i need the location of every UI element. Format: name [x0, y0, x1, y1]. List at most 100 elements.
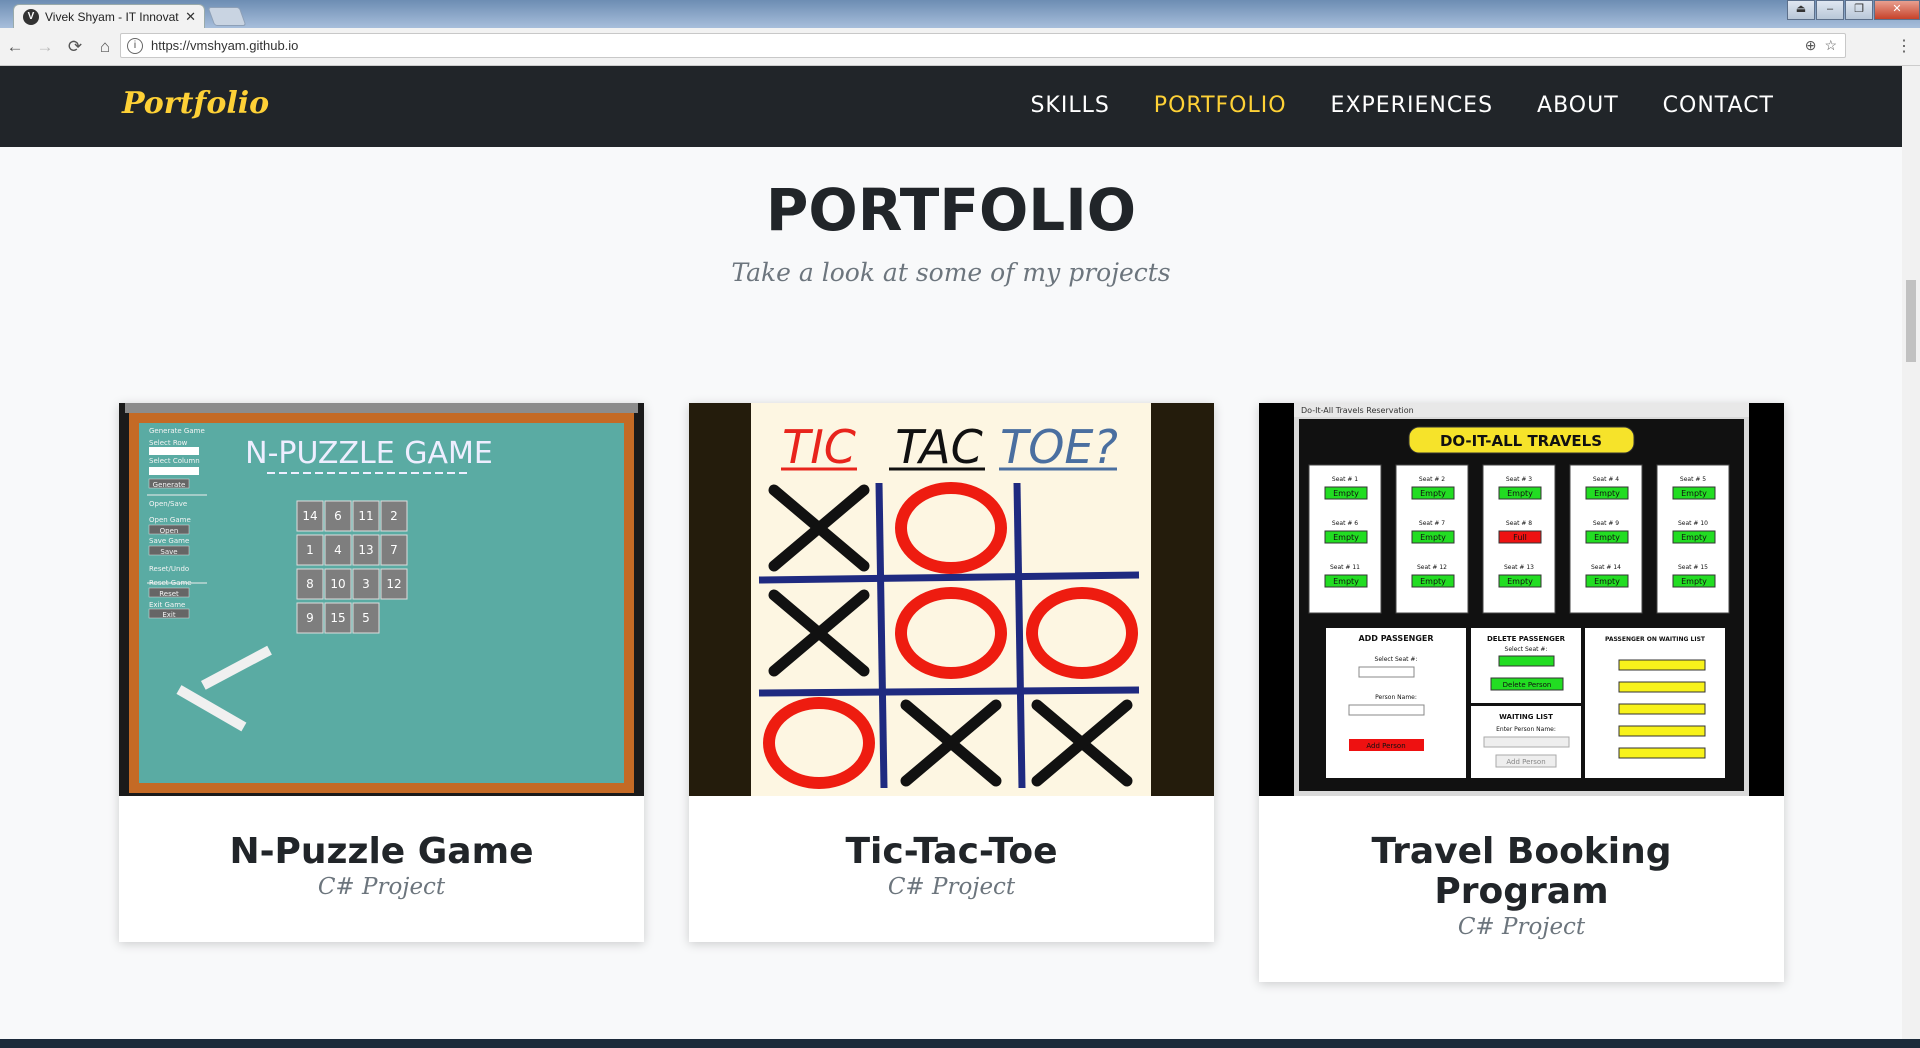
- puzzle-tile-number: 2: [390, 509, 398, 523]
- project-thumbnail-npuzzle[interactable]: N-PUZZLE GAME Generate Game Select Row Sel…: [119, 403, 644, 796]
- project-caption: N-Puzzle Game C# Project: [119, 796, 644, 942]
- nav-link-about[interactable]: ABOUT: [1537, 93, 1619, 118]
- bookmark-star-icon[interactable]: ☆: [1824, 37, 1837, 54]
- travel-add-heading: ADD PASSENGER: [1358, 634, 1433, 643]
- nav-link-experiences[interactable]: EXPERIENCES: [1331, 93, 1494, 118]
- address-bar[interactable]: i https://vmshyam.github.io ⊕ ☆: [120, 33, 1846, 58]
- seat-status-label: Empty: [1594, 533, 1620, 542]
- project-caption: Travel Booking Program C# Project: [1259, 796, 1784, 982]
- seat-label: Seat # 13: [1504, 564, 1534, 571]
- seat-status-label: Empty: [1681, 577, 1707, 586]
- project-subtitle: C# Project: [317, 874, 446, 900]
- reload-icon[interactable]: ⟳: [60, 37, 90, 57]
- npuzzle-menu-label: Save: [160, 548, 177, 556]
- seat-label: Seat # 12: [1417, 564, 1447, 571]
- tab-close-icon[interactable]: ✕: [185, 9, 196, 25]
- seat-status-label: Empty: [1594, 577, 1620, 586]
- home-icon[interactable]: ⌂: [90, 37, 120, 57]
- npuzzle-menu-label: Generate Game: [149, 427, 205, 435]
- minimize-button[interactable]: –: [1816, 0, 1844, 20]
- travel-person-name: Person Name:: [1375, 694, 1417, 701]
- project-subtitle: C# Project: [887, 874, 1016, 900]
- site-favicon-icon: V: [23, 8, 39, 25]
- new-tab-button[interactable]: [207, 7, 247, 26]
- npuzzle-menu-label: Generate: [153, 481, 186, 489]
- npuzzle-menu-label: Exit: [162, 611, 176, 619]
- npuzzle-menu-label: Save Game: [149, 537, 189, 545]
- back-icon[interactable]: ←: [0, 37, 30, 57]
- project-caption: Tic-Tac-Toe C# Project: [689, 796, 1214, 942]
- maximize-button[interactable]: ❐: [1845, 0, 1873, 20]
- nav-link-contact[interactable]: CONTACT: [1663, 93, 1774, 118]
- travel-waitlist-heading: PASSENGER ON WAITING LIST: [1605, 636, 1706, 643]
- npuzzle-menu-label: Open: [160, 527, 179, 535]
- seat-status-label: Empty: [1681, 489, 1707, 498]
- puzzle-tile-number: 7: [390, 543, 398, 557]
- nav-links: SKILLS PORTFOLIO EXPERIENCES ABOUT CONTA…: [986, 93, 1774, 118]
- seat-status-label: Full: [1513, 533, 1527, 542]
- project-title: Travel Booking Program: [1371, 831, 1672, 912]
- travel-screenshot: Do-It-All Travels Reservation DO-IT-ALL …: [1259, 403, 1784, 796]
- puzzle-tile-number: 8: [306, 577, 314, 591]
- browser-tabstrip: V Vivek Shyam - IT Innovat ✕ ⏏ – ❐ ✕: [0, 0, 1920, 28]
- seat-status-label: Empty: [1681, 533, 1707, 542]
- browser-tab[interactable]: V Vivek Shyam - IT Innovat ✕: [13, 4, 205, 28]
- puzzle-tile-number: 6: [334, 509, 342, 523]
- project-thumbnail-travel[interactable]: Do-It-All Travels Reservation DO-IT-ALL …: [1259, 403, 1784, 796]
- puzzle-tile-number: 15: [330, 611, 345, 625]
- seat-status-label: Empty: [1420, 533, 1446, 542]
- project-title: Tic-Tac-Toe: [845, 831, 1058, 872]
- seat-label: Seat # 11: [1330, 564, 1360, 571]
- seat-status-label: Empty: [1333, 577, 1359, 586]
- forward-icon[interactable]: →: [30, 37, 60, 57]
- ttt-word-tac: TAC: [895, 420, 982, 474]
- section-subheading: Take a look at some of my projects: [731, 258, 1171, 287]
- url-text[interactable]: https://vmshyam.github.io: [151, 38, 1805, 53]
- travel-delete-select: Select Seat #:: [1505, 646, 1548, 653]
- seat-label: Seat # 8: [1506, 520, 1532, 527]
- nav-link-skills[interactable]: SKILLS: [1030, 93, 1109, 118]
- project-thumbnail-tictactoe[interactable]: TIC TAC TOE?: [689, 403, 1214, 796]
- npuzzle-menu-label: Open/Save: [149, 500, 187, 508]
- travel-delete-heading: DELETE PASSENGER: [1487, 635, 1566, 643]
- puzzle-tile-number: 13: [358, 543, 373, 557]
- travel-waiting-heading: WAITING LIST: [1499, 713, 1553, 721]
- seat-label: Seat # 4: [1593, 476, 1619, 483]
- npuzzle-menu-label: Select Column: [149, 457, 200, 465]
- seat-label: Seat # 3: [1506, 476, 1532, 483]
- zoom-icon[interactable]: ⊕: [1805, 37, 1817, 54]
- browser-menu-icon[interactable]: ⋮: [1896, 36, 1912, 56]
- npuzzle-menu-label: Open Game: [149, 516, 191, 524]
- seat-status-label: Empty: [1507, 577, 1533, 586]
- seat-status-label: Empty: [1420, 489, 1446, 498]
- tictactoe-screenshot: TIC TAC TOE?: [689, 403, 1214, 796]
- seat-label: Seat # 5: [1680, 476, 1706, 483]
- section-heading: PORTFOLIO: [765, 176, 1137, 244]
- window-close-button[interactable]: ✕: [1874, 0, 1920, 20]
- brand-logo[interactable]: Portfolio: [122, 86, 269, 121]
- npuzzle-menu-label: Select Row: [149, 439, 188, 447]
- travel-banner: DO-IT-ALL TRAVELS: [1440, 432, 1602, 450]
- page-scrollbar[interactable]: [1902, 66, 1920, 1039]
- tab-title: Vivek Shyam - IT Innovat: [45, 9, 179, 24]
- seat-status-label: Empty: [1507, 489, 1533, 498]
- npuzzle-menu-label: Exit Game: [149, 601, 185, 609]
- project-card-tictactoe[interactable]: TIC TAC TOE? Tic-Tac-Toe C# Project: [689, 403, 1214, 942]
- user-icon[interactable]: ⏏: [1787, 0, 1815, 20]
- site-info-icon[interactable]: i: [127, 37, 143, 54]
- seat-label: Seat # 10: [1678, 520, 1708, 527]
- nav-link-portfolio[interactable]: PORTFOLIO: [1154, 93, 1287, 118]
- site-navbar: Portfolio SKILLS PORTFOLIO EXPERIENCES A…: [0, 66, 1902, 147]
- browser-toolbar: ← → ⟳ ⌂ i https://vmshyam.github.io ⊕ ☆ …: [0, 28, 1920, 66]
- puzzle-tile-number: 14: [302, 509, 317, 523]
- project-card-npuzzle[interactable]: N-PUZZLE GAME Generate Game Select Row Sel…: [119, 403, 644, 942]
- travel-delete-button: Delete Person: [1503, 681, 1552, 689]
- project-subtitle: C# Project: [1457, 914, 1586, 940]
- project-card-travel[interactable]: Do-It-All Travels Reservation DO-IT-ALL …: [1259, 403, 1784, 982]
- puzzle-tile-number: 4: [334, 543, 342, 557]
- seat-label: Seat # 6: [1332, 520, 1358, 527]
- scrollbar-thumb[interactable]: [1906, 280, 1916, 362]
- seat-label: Seat # 9: [1593, 520, 1619, 527]
- travel-waiting-button: Add Person: [1506, 758, 1545, 766]
- travel-add-button: Add Person: [1366, 742, 1405, 750]
